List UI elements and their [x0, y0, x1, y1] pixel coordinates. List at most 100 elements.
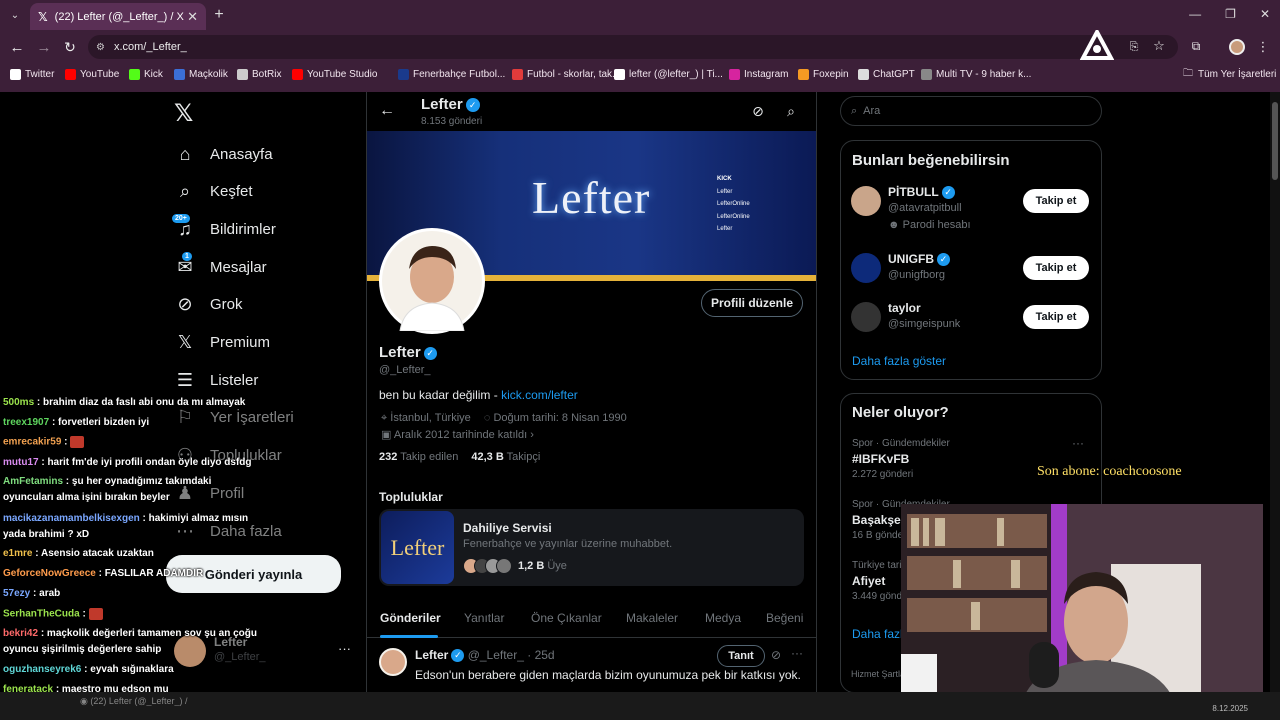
bookmark-item[interactable]: Fenerbahçe Futbol... [398, 66, 505, 82]
post-item[interactable]: Lefter ✓ @_Lefter_ · 25d Tanıt ⊘ ··· Edso… [367, 640, 816, 685]
follow-button[interactable]: Takip et [1023, 256, 1089, 280]
minimize-icon[interactable]: — [1189, 7, 1201, 21]
post-grok-icon[interactable]: ⊘ [771, 648, 781, 662]
bookmark-favicon-icon [10, 68, 21, 80]
back-arrow-icon[interactable]: ← [378, 101, 396, 121]
sidebar-item-anasayfa[interactable]: ⌂ Anasayfa [174, 139, 273, 169]
bookmark-label: Fenerbahçe Futbol... [413, 68, 506, 80]
site-info-icon[interactable]: ⚙ [96, 42, 105, 53]
following-link[interactable]: 232 Takip edilen [379, 451, 458, 463]
avatar-photo [382, 231, 482, 332]
banner-link-text: LefterOnline [717, 213, 750, 220]
x-logo-icon[interactable]: 𝕏 [174, 99, 198, 127]
header-search-icon[interactable]: ⌕ [783, 103, 799, 119]
profile-avatar-large[interactable] [379, 228, 485, 334]
bookmark-item[interactable]: YouTube [65, 66, 119, 82]
close-window-icon[interactable]: ✕ [1260, 7, 1270, 21]
profile-avatar[interactable] [1229, 39, 1245, 55]
suggestion-name: UNIGFB ✓ [888, 252, 950, 267]
bio-link[interactable]: kick.com/lefter [501, 388, 578, 402]
trend-more-icon[interactable]: ··· [1072, 436, 1084, 450]
new-tab-button[interactable]: + [212, 6, 226, 23]
page-scrollbar[interactable] [1270, 92, 1280, 692]
bookmark-label: ChatGPT [873, 68, 915, 80]
tab-g-nderiler[interactable]: Gönderiler [380, 611, 441, 625]
suggestion-item[interactable]: PİTBULL ✓ @atavratpitbull ☻ Parodi hesabı Ta… [851, 183, 1096, 231]
suggestion-item[interactable]: UNIGFB ✓ @unigfborg Takip et [851, 250, 1096, 296]
tab-be-eni[interactable]: Beğeni [766, 611, 803, 625]
bookmark-label: Twitter [25, 68, 55, 80]
sidebar-item-premium[interactable]: 𝕏 Premium [174, 328, 270, 358]
bookmark-item[interactable]: BotRix [237, 66, 281, 82]
promote-button[interactable]: Tanıt [717, 645, 765, 667]
tab-makaleler[interactable]: Makaleler [626, 611, 678, 625]
extensions-icon[interactable]: ⧉ [1189, 39, 1203, 53]
edit-profile-button[interactable]: Profili düzenle [701, 289, 803, 317]
forward-icon[interactable]: → [36, 39, 52, 56]
show-more-link[interactable]: Daha fazla göster [852, 354, 946, 368]
bookmark-favicon-icon [858, 68, 869, 80]
followers-link[interactable]: 42,3 B Takipçi [471, 451, 540, 463]
bookmark-item[interactable]: lefter (@lefter_) | Ti... [614, 66, 723, 82]
sidebar-item-grok[interactable]: ⊘ Grok [174, 290, 242, 320]
community-image-logo: Lefter [390, 534, 445, 560]
post-more-icon[interactable]: ··· [791, 646, 803, 660]
back-icon[interactable]: ← [9, 39, 25, 56]
tab-yan-tlar[interactable]: Yanıtlar [464, 611, 504, 625]
tab-list-button[interactable]: ⌄ [6, 6, 24, 24]
folder-icon: 🗀 [1183, 67, 1193, 79]
follow-button-label: Takip et [1035, 311, 1077, 323]
taskbar-app[interactable]: ◉ (22) Lefter (@_Lefter_) / [80, 696, 188, 707]
maximize-icon[interactable]: ❐ [1225, 7, 1236, 21]
install-icon[interactable]: ⎘ [1127, 40, 1141, 54]
sidebar-item-label: Listeler [210, 371, 259, 389]
bookmark-item[interactable]: Futbol - skorlar, tak... [512, 66, 620, 82]
search-box[interactable]: ⌕ Ara [840, 96, 1102, 126]
calendar-icon: ▣ [381, 429, 392, 441]
bookmark-item[interactable]: Multi TV - 9 haber k... [921, 66, 1031, 82]
chat-message: bekri42 : maçkolik değerleri tamamen sov… [3, 628, 257, 639]
sidebar-item-label: Daha fazla [210, 522, 282, 540]
sidebar-item-label: Anasayfa [210, 145, 273, 163]
chat-message: treex1907 : forvetleri bizden iyi [3, 417, 149, 428]
follow-button[interactable]: Takip et [1023, 189, 1089, 213]
suggestion-item[interactable]: taylor @simgeispunk Takip et [851, 299, 1096, 345]
sidebar-item-mesajlar[interactable]: ✉ 1 Mesajlar [174, 252, 267, 282]
chat-text: yada brahimi ? xD [3, 529, 90, 540]
bookmark-item[interactable]: Maçkolik [174, 66, 228, 82]
reload-icon[interactable]: ↻ [62, 39, 78, 55]
sidebar-item-listeler[interactable]: ☰ Listeler [174, 365, 258, 395]
bookmark-item[interactable]: Twitter [10, 66, 54, 82]
bookmark-item[interactable]: Foxepin [798, 66, 849, 82]
browser-tab[interactable]: 𝕏 (22) Lefter (@_Lefter_) / X ✕ [30, 3, 206, 30]
close-tab-icon[interactable]: ✕ [187, 9, 198, 25]
tab-title: (22) Lefter (@_Lefter_) / X [54, 10, 184, 23]
tab-medya[interactable]: Medya [705, 611, 741, 625]
all-bookmarks[interactable]: 🗀 Tüm Yer İşaretleri [1183, 66, 1276, 82]
account-more-icon[interactable]: ··· [338, 641, 351, 656]
suggestion-avatar [851, 186, 881, 216]
bookmark-item[interactable]: ChatGPT [858, 66, 915, 82]
chat-username: AmFetamins [3, 476, 64, 487]
post-header: Lefter ✓ @_Lefter_ · 25d [415, 648, 555, 663]
grok-header-icon[interactable]: ⊘ [750, 103, 766, 119]
follow-stats: 232 Takip edilen 42,3 B Takipçi [379, 451, 540, 463]
star-icon[interactable]: ☆ [1152, 38, 1166, 53]
chat-text: : hakimiyi almaz mısın [142, 513, 249, 524]
chat-text: : FASLILAR ADAMDIR [98, 568, 204, 579]
follow-button[interactable]: Takip et [1023, 305, 1089, 329]
bookmark-item[interactable]: Kick [129, 66, 163, 82]
community-name: Dahiliye Servisi [463, 521, 552, 535]
community-card[interactable]: Lefter Dahiliye Servisi Fenerbahçe ve ya… [379, 509, 804, 586]
sidebar-item-bildirimler[interactable]: ♫ 20+ Bildirimler [172, 214, 276, 244]
notification-badge: 20+ [172, 214, 190, 224]
bookmark-item[interactable]: Instagram [729, 66, 788, 82]
tab--ne-kanlar[interactable]: Öne Çıkanlar [531, 611, 602, 625]
address-bar[interactable]: ⚙ x.com/_Lefter_ [88, 35, 1178, 59]
following-label: Takip edilen [400, 451, 459, 463]
sidebar-item-ke-fet[interactable]: ⌕ Keşfet [174, 177, 253, 207]
community-image: Lefter [381, 511, 454, 584]
ext-logo-icon[interactable] [1079, 27, 1115, 62]
menu-icon[interactable]: ⋮ [1257, 39, 1270, 55]
bookmark-item[interactable]: YouTube Studio [292, 66, 377, 82]
